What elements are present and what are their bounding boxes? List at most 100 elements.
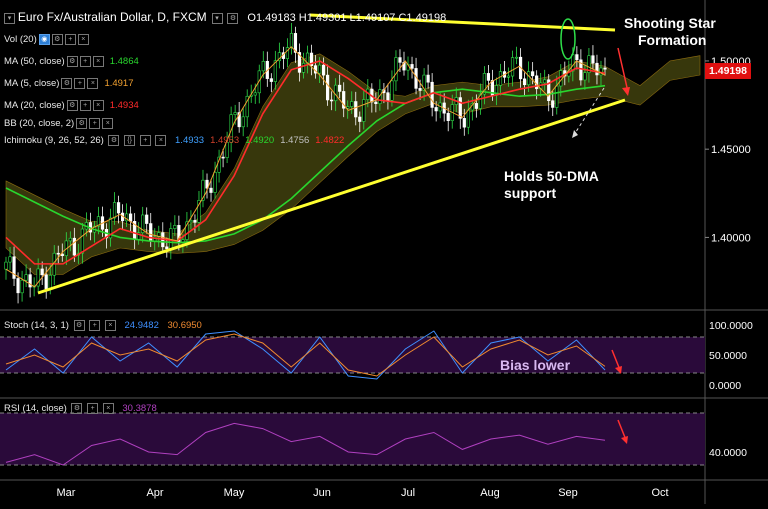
candle-body	[48, 274, 52, 290]
candle-body	[326, 74, 330, 101]
candle-body	[358, 116, 362, 122]
chart-canvas: 1.500001.450001.40000100.000050.00000.00…	[0, 0, 768, 504]
rsi-y-tick-label: 40.0000	[709, 447, 747, 459]
add-icon[interactable]: +	[79, 100, 91, 111]
candle-body	[189, 220, 193, 223]
collapse-icon[interactable]: ▾	[4, 12, 15, 24]
candle-body	[374, 101, 378, 104]
ichimoku-value: 1.4953	[210, 135, 240, 147]
close-icon[interactable]: ×	[155, 135, 167, 146]
x-tick-label: Mar	[57, 487, 76, 499]
candle-body	[555, 85, 559, 108]
settings-icon[interactable]: ⚙	[73, 320, 85, 331]
candle-body	[193, 220, 197, 223]
stoch-y-tick-label: 50.0000	[709, 350, 747, 362]
add-icon[interactable]: +	[89, 118, 101, 129]
last-price-tag: 1.49198	[705, 63, 751, 79]
candle-body	[434, 107, 438, 112]
close-icon[interactable]: ×	[92, 56, 104, 67]
candle-body	[394, 57, 398, 82]
settings-icon[interactable]: ⚙	[76, 118, 88, 129]
candle-body	[241, 116, 245, 128]
candle-body	[4, 261, 8, 270]
dropdown-icon[interactable]: ▾	[211, 12, 223, 24]
ichimoku-value: 1.4756	[280, 135, 310, 147]
candle-body	[44, 274, 48, 290]
rsi-legend: RSI (14, close) ⚙ + × 30.3878	[4, 403, 157, 414]
settings-icon[interactable]: ⚙	[66, 100, 78, 111]
indicator-label: Vol (20)	[4, 34, 37, 46]
candle-body	[595, 62, 599, 76]
settings-icon[interactable]: ⚙	[66, 56, 78, 67]
close-icon[interactable]: ×	[87, 78, 99, 89]
x-tick-label: Sep	[558, 487, 578, 499]
candle-body	[289, 33, 294, 48]
add-icon[interactable]: +	[89, 320, 101, 331]
candle-body	[16, 278, 20, 294]
settings-icon[interactable]: ⚙	[227, 12, 239, 24]
add-icon[interactable]: +	[87, 403, 99, 414]
indicator-legend-row: BB (20, close, 2) ⚙ + ×	[4, 118, 119, 129]
x-tick-label: May	[224, 487, 245, 499]
settings-icon[interactable]: ⚙	[61, 78, 73, 89]
close-icon[interactable]: ×	[102, 118, 114, 129]
annotation-line: Shooting Star	[624, 15, 716, 31]
candle-body	[354, 101, 358, 118]
settings-icon[interactable]: ⚙	[51, 34, 63, 45]
close-icon[interactable]: ×	[104, 320, 116, 331]
projection-arrowhead	[572, 130, 578, 138]
indicator-label: MA (20, close)	[4, 100, 65, 112]
source-icon[interactable]: {}	[124, 135, 136, 146]
candle-body	[498, 71, 503, 86]
add-icon[interactable]: +	[74, 78, 86, 89]
settings-icon[interactable]: ⚙	[108, 135, 120, 146]
candle-body	[458, 97, 462, 119]
candle-body	[510, 57, 515, 77]
annotation-holds-50dma: Holds 50-DMA support	[504, 168, 599, 202]
candle-body	[301, 62, 306, 73]
close-icon[interactable]: ×	[77, 34, 89, 45]
candle-body	[40, 268, 44, 276]
x-tick-label: Jun	[313, 487, 331, 499]
candle-body	[321, 64, 326, 76]
ichimoku-value: 1.4933	[175, 135, 205, 147]
candle-body	[116, 202, 121, 214]
candle-body	[559, 70, 563, 87]
add-icon[interactable]: +	[64, 34, 76, 45]
candle-body	[531, 71, 535, 77]
x-tick-label: Apr	[146, 487, 163, 499]
close-icon[interactable]: ×	[92, 100, 104, 111]
indicator-legend-row: MA (5, close) ⚙ + × 1.4917	[4, 78, 134, 89]
eye-icon[interactable]: ◉	[38, 34, 50, 45]
candle-body	[145, 214, 149, 224]
candle-body	[338, 84, 342, 92]
candle-body	[253, 92, 257, 96]
stoch-label: Stoch (14, 3, 1)	[4, 320, 69, 332]
ichimoku-legend: Ichimoku (9, 26, 52, 26) ⚙ {} + × 1.4933…	[4, 135, 344, 146]
candle-body	[350, 101, 354, 107]
add-icon[interactable]: +	[139, 135, 151, 146]
candle-body	[129, 213, 133, 222]
annotation-shooting-star: Shooting Star Formation	[624, 15, 716, 49]
ohlc-readout: O1.49183 H1.49301 L1.49107 C1.49198	[247, 12, 447, 24]
candle-body	[446, 112, 450, 121]
candle-body	[474, 103, 478, 109]
close-icon[interactable]: ×	[102, 403, 114, 414]
indicator-legend-row: Vol (20) ◉ ⚙ + ×	[4, 34, 95, 45]
indicator-label: MA (5, close)	[4, 78, 60, 90]
candle-body	[386, 92, 390, 101]
candle-body	[112, 202, 117, 219]
candle-body	[583, 72, 587, 81]
candle-body	[410, 64, 414, 69]
annotation-bias-lower: Bias lower	[500, 357, 571, 373]
stoch-y-tick-label: 0.0000	[709, 380, 741, 392]
candle-body	[543, 79, 547, 84]
settings-icon[interactable]: ⚙	[71, 403, 83, 414]
candle-body	[317, 64, 322, 74]
indicator-label: MA (50, close)	[4, 56, 65, 68]
stoch-k-value: 24.9482	[124, 320, 159, 332]
symbol-title: Euro Fx/Australian Dollar, D, FXCM	[17, 10, 207, 24]
add-icon[interactable]: +	[79, 56, 91, 67]
candle-body	[551, 100, 555, 108]
candle-body	[261, 60, 265, 72]
